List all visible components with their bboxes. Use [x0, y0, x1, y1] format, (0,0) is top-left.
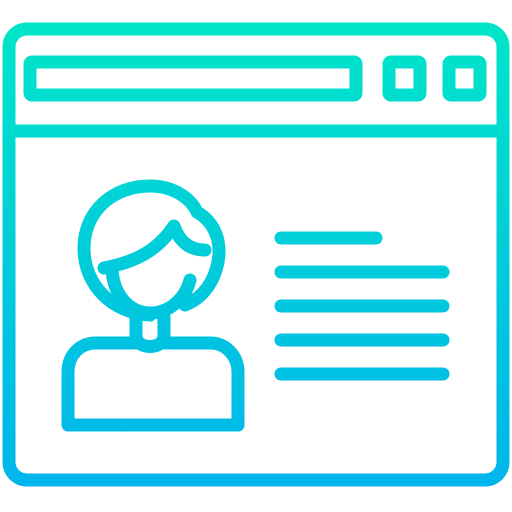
avatar-hair — [97, 219, 212, 275]
avatar-body — [61, 336, 245, 432]
address-bar-icon — [23, 55, 363, 102]
avatar-face — [105, 263, 197, 320]
icon-canvas — [0, 0, 512, 512]
user-profile-browser-window-icon — [2, 22, 510, 487]
window-button-icon — [442, 55, 487, 102]
profile-text-lines — [274, 231, 450, 381]
window-button-icon — [382, 55, 427, 102]
user-avatar-icon — [61, 179, 245, 432]
